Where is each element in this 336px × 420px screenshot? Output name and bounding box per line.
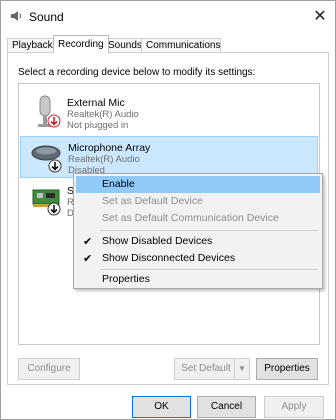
tab-communications[interactable]: Communications bbox=[141, 38, 221, 52]
ok-button[interactable]: OK bbox=[132, 396, 191, 418]
speaker-icon bbox=[11, 11, 21, 21]
menu-item-enable[interactable]: Enable bbox=[76, 176, 320, 193]
device-driver: Realtek(R) Audio bbox=[67, 109, 139, 120]
menu-item-set-default-device[interactable]: Set as Default Device bbox=[76, 193, 320, 210]
set-default-button[interactable]: Set Default ▼ bbox=[174, 358, 250, 380]
instruction-text: Select a recording device below to modif… bbox=[18, 67, 256, 78]
sound-dialog: Sound ✕ Playback Recording Sounds Commun… bbox=[0, 0, 336, 420]
set-default-label: Set Default bbox=[181, 363, 231, 374]
device-driver: Realtek(R) Audio bbox=[68, 154, 140, 165]
device-item-external-mic[interactable]: External Mic Realtek(R) Audio Not plugge… bbox=[20, 92, 318, 134]
tab-playback[interactable]: Playback bbox=[7, 38, 57, 52]
context-menu: Enable Set as Default Device Set as Defa… bbox=[73, 173, 323, 289]
tab-sounds[interactable]: Sounds bbox=[103, 38, 145, 52]
menu-item-label: Enable bbox=[102, 178, 135, 190]
device-name: Microphone Array bbox=[68, 142, 151, 154]
sound-card-icon bbox=[32, 189, 61, 216]
menu-item-label: Set as Default Communication Device bbox=[102, 212, 279, 224]
menu-item-label: Show Disabled Devices bbox=[102, 235, 213, 247]
menu-item-properties[interactable]: Properties bbox=[76, 271, 320, 288]
checkmark-icon: ✔ bbox=[83, 236, 93, 248]
microphone-array-icon bbox=[31, 145, 62, 173]
checkmark-icon: ✔ bbox=[83, 253, 93, 265]
configure-button[interactable]: Configure bbox=[18, 358, 80, 380]
tab-recording[interactable]: Recording bbox=[53, 35, 109, 53]
menu-item-set-default-communication-device[interactable]: Set as Default Communication Device bbox=[76, 210, 320, 227]
properties-button[interactable]: Properties bbox=[256, 358, 318, 380]
chevron-down-icon[interactable]: ▼ bbox=[234, 359, 249, 379]
device-name: External Mic bbox=[67, 97, 125, 109]
menu-item-label: Properties bbox=[102, 273, 150, 285]
menu-separator bbox=[100, 269, 318, 270]
menu-item-label: Set as Default Device bbox=[102, 195, 203, 207]
window-title: Sound bbox=[29, 10, 64, 24]
menu-separator bbox=[100, 230, 318, 231]
microphone-icon bbox=[38, 95, 61, 128]
close-button[interactable]: ✕ bbox=[305, 1, 335, 31]
title-bar[interactable]: Sound ✕ bbox=[1, 1, 335, 31]
menu-item-label: Show Disconnected Devices bbox=[102, 252, 236, 264]
device-item-microphone-array[interactable]: Microphone Array Realtek(R) Audio Disabl… bbox=[20, 136, 318, 178]
cancel-button[interactable]: Cancel bbox=[197, 396, 256, 418]
close-icon: ✕ bbox=[313, 8, 327, 25]
menu-item-show-disconnected-devices[interactable]: ✔ Show Disconnected Devices bbox=[76, 250, 320, 267]
menu-item-show-disabled-devices[interactable]: ✔ Show Disabled Devices bbox=[76, 233, 320, 250]
apply-button[interactable]: Apply bbox=[264, 396, 324, 418]
device-status: Not plugged in bbox=[67, 120, 129, 131]
